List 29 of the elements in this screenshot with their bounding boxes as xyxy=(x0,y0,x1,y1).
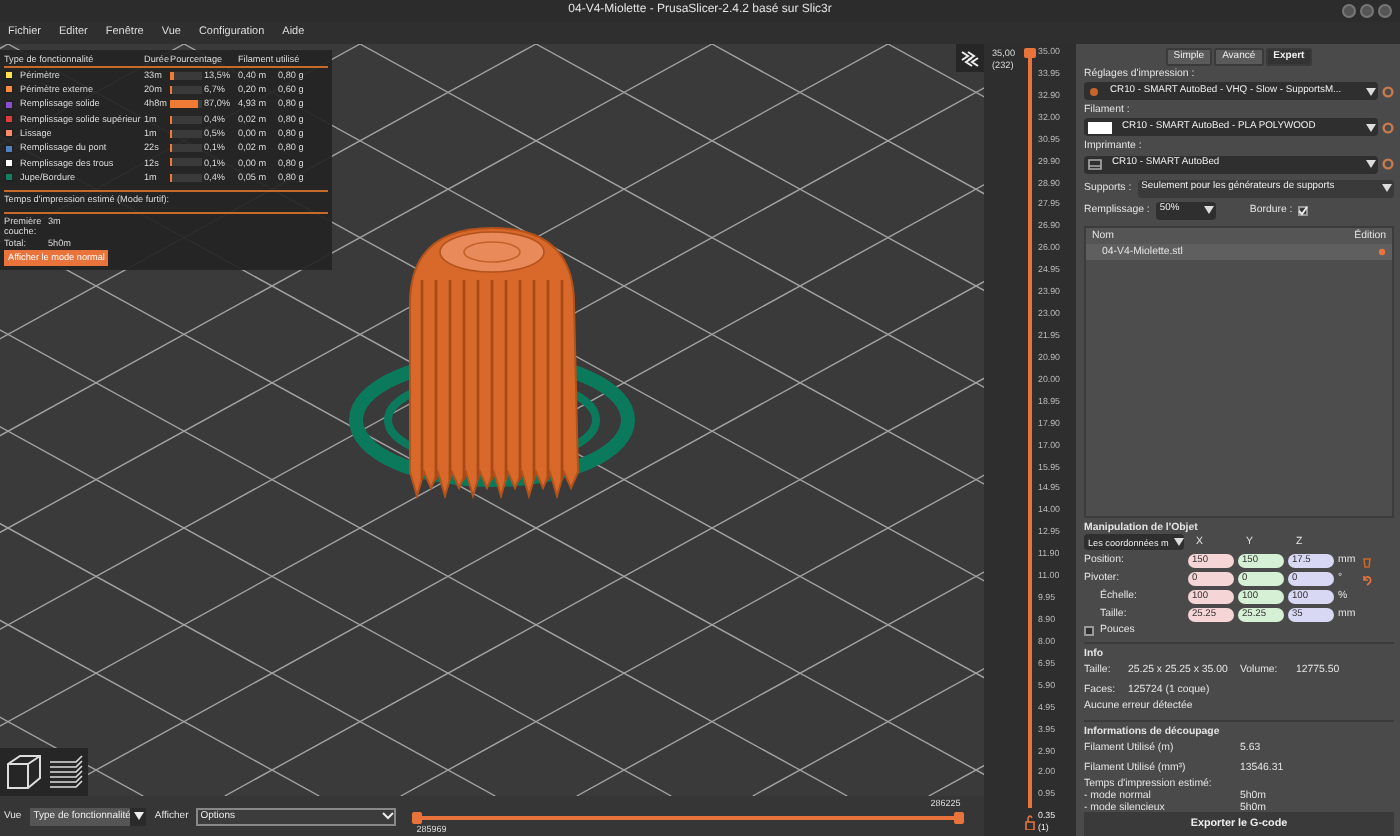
settings-icon[interactable] xyxy=(1382,158,1394,171)
minimize-button[interactable] xyxy=(1342,4,1356,18)
caret-icon xyxy=(133,812,144,820)
double-chevron-icon xyxy=(960,48,980,68)
caret-icon xyxy=(1366,160,1376,169)
caret-icon xyxy=(1203,206,1214,215)
color-swatch xyxy=(1088,121,1112,134)
trash-icon xyxy=(1362,555,1372,568)
caret-icon xyxy=(1382,184,1392,193)
collapse-button[interactable] xyxy=(956,44,984,72)
slider-thumb[interactable] xyxy=(954,812,965,824)
cube-icon[interactable] xyxy=(4,752,44,792)
maximize-button[interactable] xyxy=(1360,4,1374,18)
inches-checkbox[interactable] xyxy=(1084,625,1094,636)
chevron-icon xyxy=(382,812,395,820)
checkmark-icon xyxy=(1298,205,1309,216)
settings-icon[interactable] xyxy=(1382,85,1394,98)
close-button[interactable] xyxy=(1378,4,1392,18)
lock-icon[interactable] xyxy=(1024,814,1036,830)
caret-icon xyxy=(1174,538,1185,547)
reset-icon xyxy=(1362,573,1372,586)
settings-icon[interactable] xyxy=(1382,121,1394,134)
layers-icon[interactable] xyxy=(48,752,84,792)
caret-icon xyxy=(1366,87,1376,96)
printer-icon xyxy=(1088,158,1102,171)
slider-thumb[interactable] xyxy=(1024,48,1036,58)
brim-checkbox[interactable] xyxy=(1298,205,1309,216)
slider-thumb[interactable] xyxy=(412,812,423,824)
caret-icon xyxy=(1366,123,1376,132)
